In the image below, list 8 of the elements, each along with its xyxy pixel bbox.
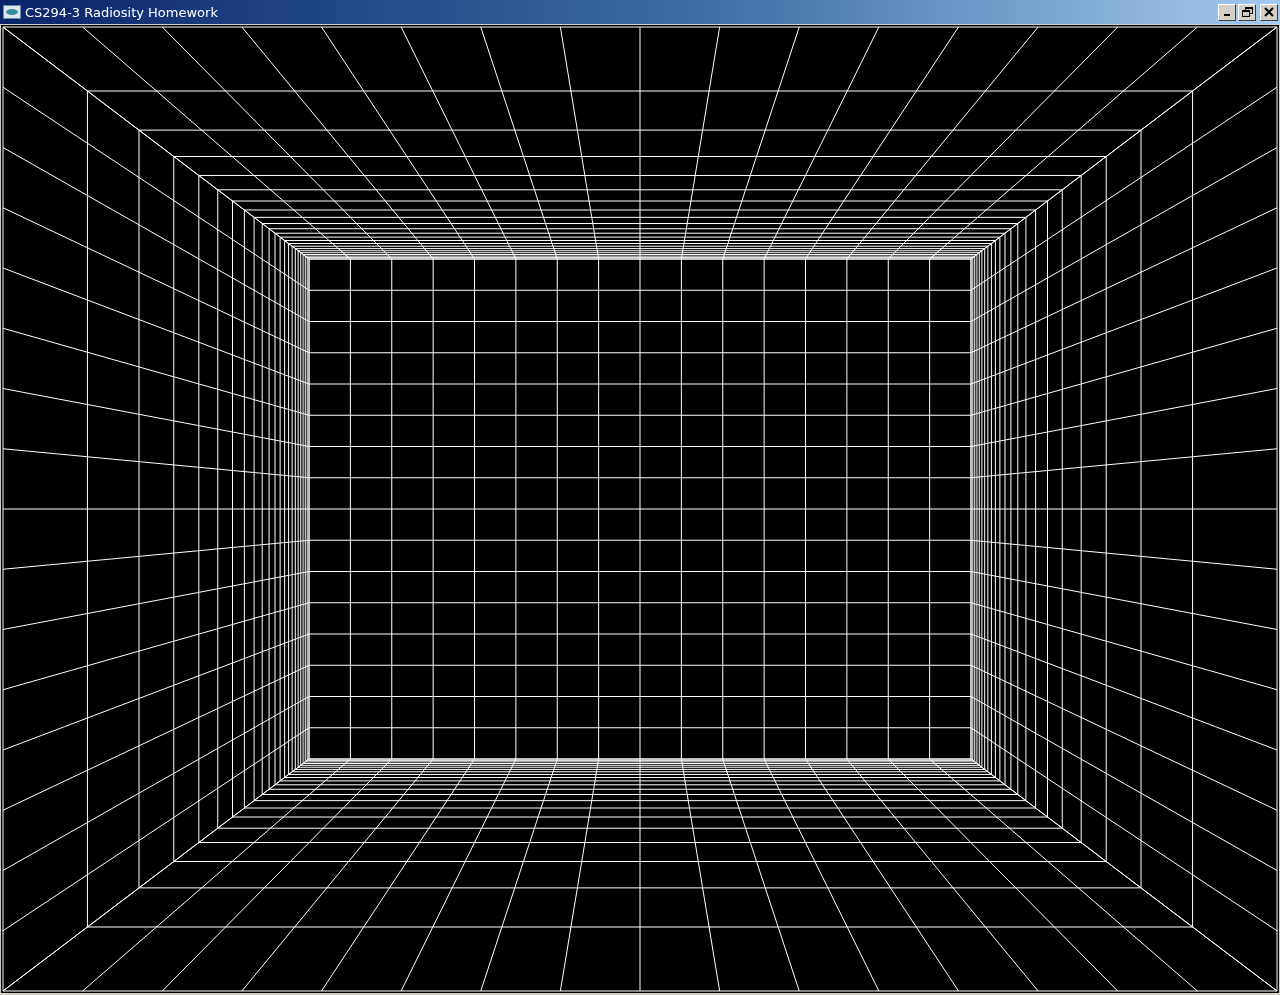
restore-icon bbox=[1241, 7, 1253, 17]
restore-button[interactable] bbox=[1238, 3, 1256, 21]
minimize-icon bbox=[1224, 14, 1230, 16]
close-icon bbox=[1264, 7, 1274, 17]
window-title: CS294-3 Radiosity Homework bbox=[25, 4, 218, 20]
minimize-button[interactable] bbox=[1218, 3, 1236, 21]
close-button[interactable] bbox=[1260, 3, 1278, 21]
app-icon bbox=[3, 5, 21, 19]
